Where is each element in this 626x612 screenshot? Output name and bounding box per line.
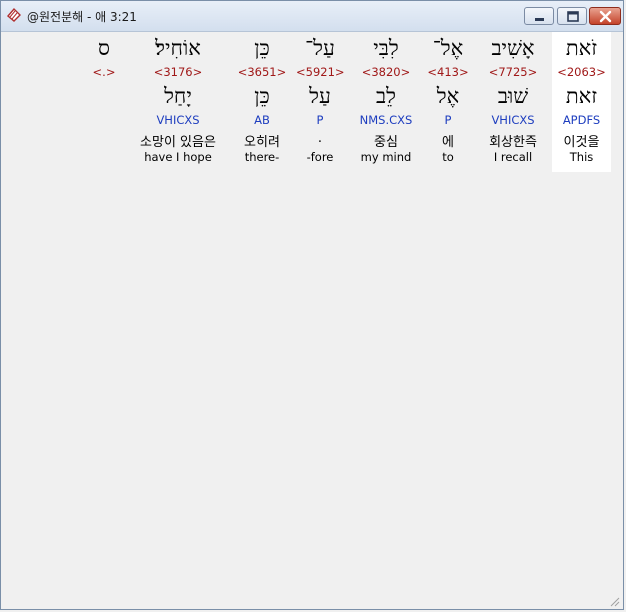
hebrew-lemma: יָחַל xyxy=(164,84,192,108)
hebrew-lemma: עַל xyxy=(309,84,331,108)
korean-gloss: 오히려 xyxy=(244,135,280,150)
window-title: @원전분해 - 애 3:21 xyxy=(27,10,137,24)
restore-icon xyxy=(567,11,579,22)
hebrew-word: לִבִּי xyxy=(373,36,399,60)
korean-gloss: . xyxy=(317,131,323,146)
hebrew-word: זֹאת xyxy=(565,36,598,60)
hebrew-lemma: כֵּן xyxy=(254,84,270,108)
word-column[interactable]: ס <.> xyxy=(89,32,119,172)
word-column[interactable]: כֵּן <3651> כֵּן AB 오히려 there- xyxy=(237,32,287,172)
word-column[interactable]: אָשִׁיב <7725> שׁוּב VHICXS 회상한즉 I recal… xyxy=(482,32,544,172)
korean-gloss: 에 xyxy=(442,135,454,150)
hebrew-word: כֵּן xyxy=(254,36,270,60)
close-icon xyxy=(599,10,612,23)
korean-gloss: 중심 xyxy=(374,135,398,150)
hebrew-word: אָשִׁיב xyxy=(491,36,535,60)
word-column[interactable]: אֶל־ <413> אֶל P 에 to xyxy=(425,32,471,172)
app-icon xyxy=(7,7,21,22)
interlinear-panel: זֹאת <2063> זאת APDFS 이것을 This אָשִׁיב <… xyxy=(3,32,621,608)
morphology-code: VHICXS xyxy=(491,113,535,127)
english-gloss: -fore xyxy=(306,150,334,164)
word-column[interactable]: עַל־ <5921> עַל P . -fore xyxy=(296,32,345,172)
morphology-code: NMS.CXS xyxy=(359,113,413,127)
strong-number[interactable]: <413> xyxy=(425,65,471,79)
strong-number[interactable]: <2063> xyxy=(552,65,611,79)
maximize-button[interactable] xyxy=(557,7,587,25)
english-gloss: my mind xyxy=(360,150,412,164)
hebrew-lemma: שׁוּב xyxy=(497,84,529,108)
hebrew-word: ס xyxy=(98,36,110,60)
morphology-code: P xyxy=(444,113,452,127)
close-button[interactable] xyxy=(589,7,621,25)
strong-number[interactable]: <3651> xyxy=(237,65,287,79)
strong-number[interactable]: <7725> xyxy=(482,65,544,79)
word-column[interactable]: זֹאת <2063> זאת APDFS 이것을 This xyxy=(552,32,611,172)
strong-number[interactable]: <3176> xyxy=(129,65,227,79)
hebrew-word: אֶל־ xyxy=(432,36,464,60)
strong-number[interactable]: <3820> xyxy=(353,65,419,79)
hebrew-word: אוֹחִיל׃ xyxy=(155,36,201,60)
english-gloss: have I hope xyxy=(144,150,212,164)
minimize-icon xyxy=(535,18,544,21)
hebrew-word: עַל־ xyxy=(305,36,335,60)
korean-gloss: 소망이 있음은 xyxy=(140,135,216,150)
korean-gloss: 회상한즉 xyxy=(489,135,537,150)
app-window: @원전분해 - 애 3:21 זֹאת <2063> זאת APDFS 이것을… xyxy=(0,0,624,610)
morphology-code: VHICXS xyxy=(156,113,200,127)
morphology-code: P xyxy=(316,113,324,127)
strong-number[interactable]: <5921> xyxy=(296,65,345,79)
morphology-code: APDFS xyxy=(562,113,601,127)
korean-gloss: 이것을 xyxy=(563,135,600,150)
word-column[interactable]: אוֹחִיל׃ <3176> יָחַל VHICXS 소망이 있음은 hav… xyxy=(129,32,227,172)
word-columns: זֹאת <2063> זאת APDFS 이것을 This אָשִׁיב <… xyxy=(3,32,621,172)
english-gloss: I recall xyxy=(493,150,533,164)
title-bar[interactable]: @원전분해 - 애 3:21 xyxy=(1,1,623,32)
english-gloss: there- xyxy=(244,150,280,164)
hebrew-lemma: אֶל xyxy=(436,84,460,108)
hebrew-lemma: זאת xyxy=(565,84,598,108)
strong-number[interactable]: <.> xyxy=(89,65,119,79)
english-gloss: This xyxy=(569,150,594,164)
word-column[interactable]: לִבִּי <3820> לֵב NMS.CXS 중심 my mind xyxy=(353,32,419,172)
hebrew-lemma: לֵב xyxy=(376,84,396,108)
morphology-code: AB xyxy=(254,113,270,127)
english-gloss: to xyxy=(442,150,454,164)
minimize-button[interactable] xyxy=(524,7,554,25)
resize-grip-icon[interactable] xyxy=(608,595,620,607)
